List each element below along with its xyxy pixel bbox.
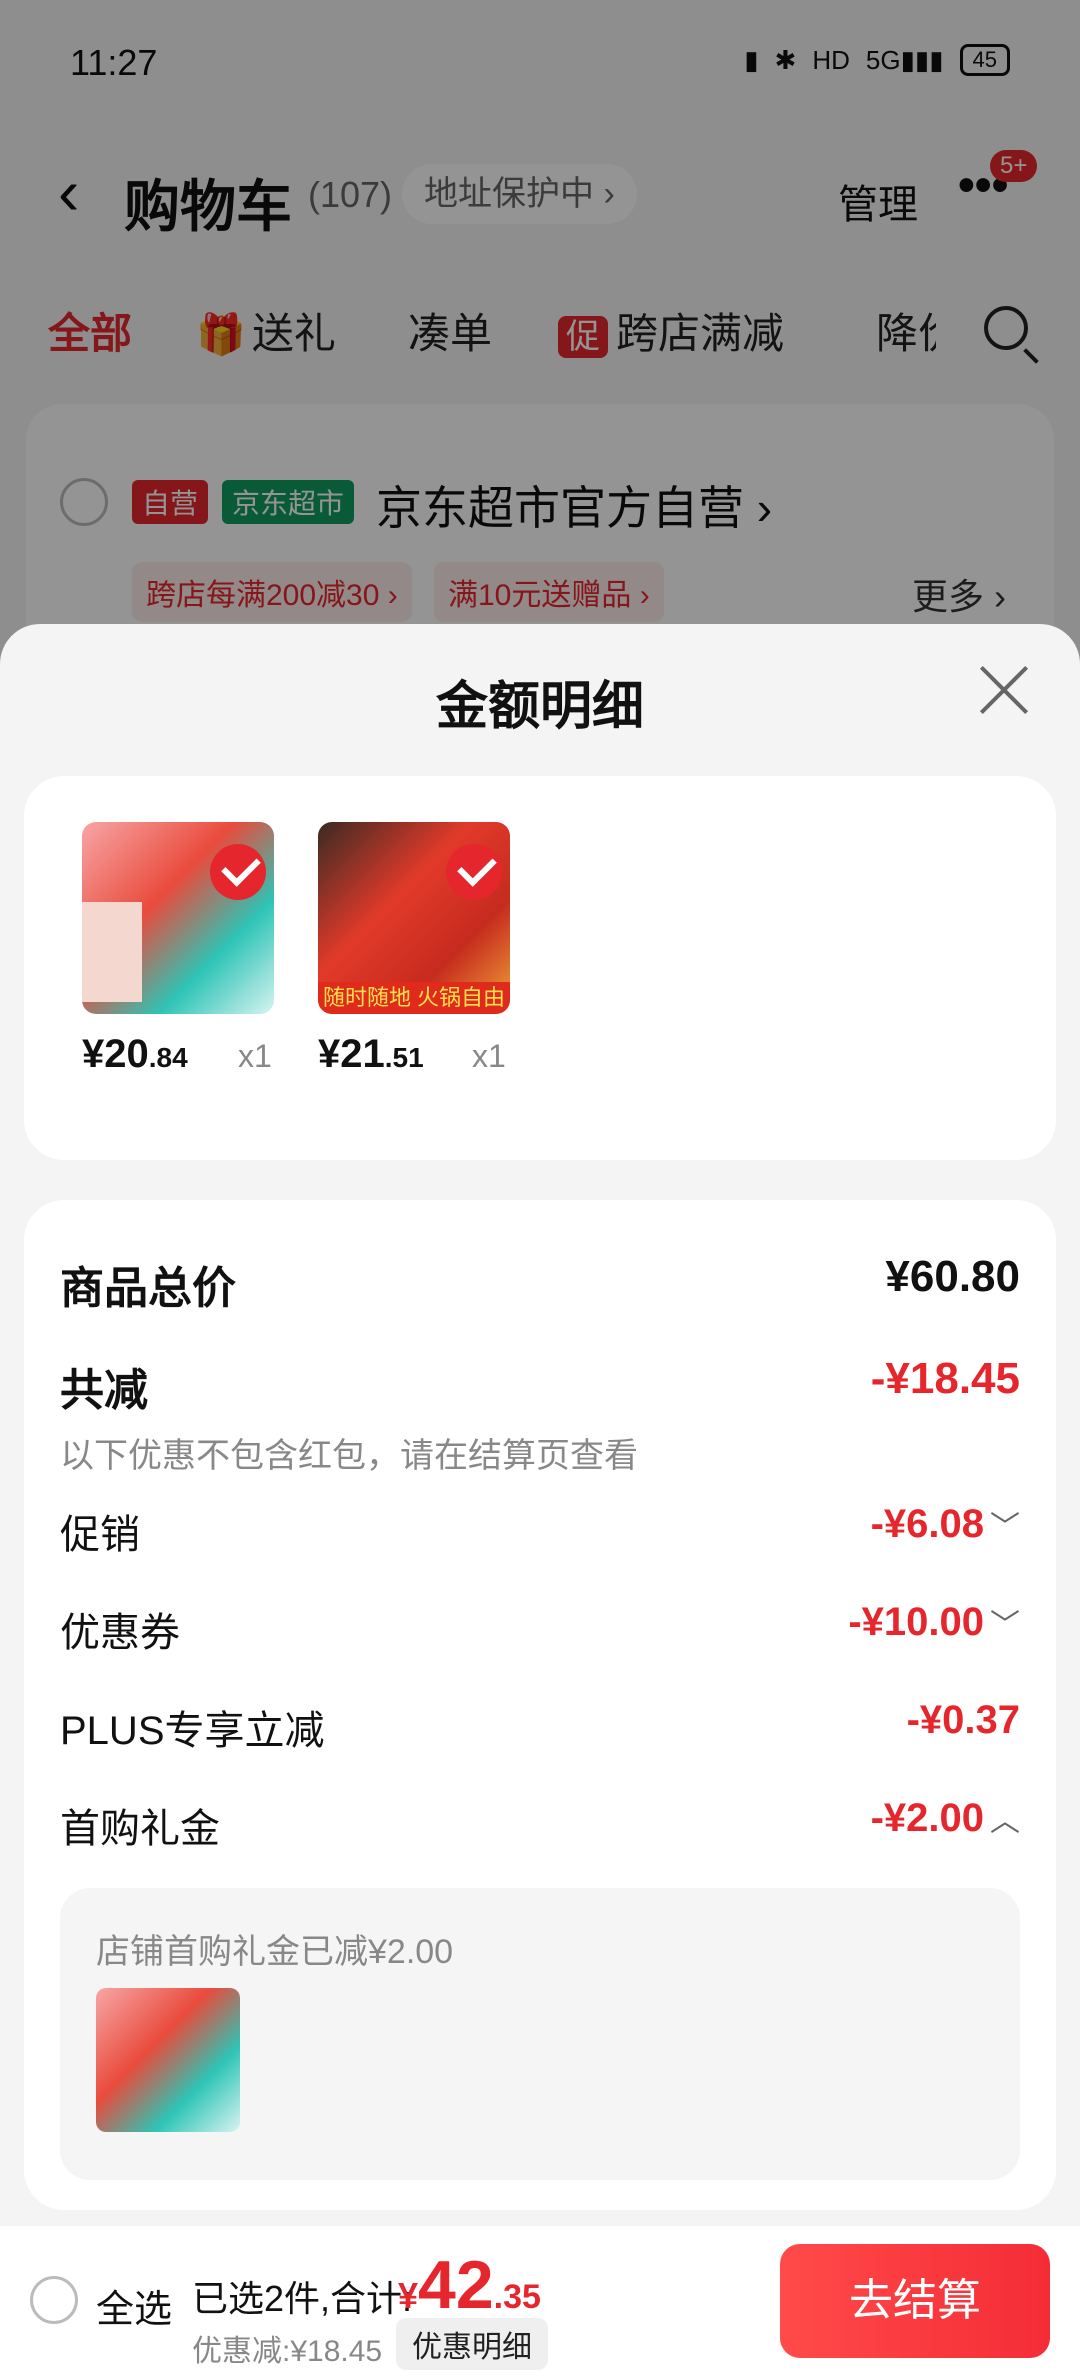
product-thumbnail (96, 1988, 240, 2132)
total-price-row: 商品总价 ¥60.80 (60, 1252, 1020, 1316)
saved-amount: 优惠减:¥18.45 (192, 2335, 383, 2368)
product-quantity: x1 (238, 1038, 272, 1074)
product-price: ¥21.51 (318, 1032, 424, 1076)
reduce-note: 以下优惠不包含红包，请在结算页查看 (60, 1437, 638, 1475)
first-purchase-note: 店铺首购礼金已减¥2.00 (96, 1933, 454, 1971)
checkout-button[interactable]: 去结算 (780, 2244, 1050, 2358)
coupon-row[interactable]: 优惠券 -¥10.00 ﹀ (60, 1600, 1020, 1658)
price-breakdown-card: 商品总价 ¥60.80 共减 -¥18.45 以下优惠不包含红包，请在结算页查看… (24, 1200, 1056, 2210)
checkmark-icon (210, 844, 266, 900)
product-banner (82, 902, 142, 1002)
total-price-label: 商品总价 (60, 1264, 236, 1313)
total-reduce-row: 共减 -¥18.45 以下优惠不包含红包，请在结算页查看 (60, 1354, 1020, 1477)
select-all-label[interactable]: 全选 (96, 2278, 172, 2333)
chevron-down-icon: ﹀ (990, 1511, 1020, 1544)
plus-discount-value: -¥0.37 (906, 1698, 1020, 1742)
plus-discount-row: PLUS专享立减 -¥0.37 (60, 1698, 1020, 1756)
chevron-up-icon: ︿ (990, 1805, 1020, 1838)
selected-count: 已选2件,合计: (192, 2278, 413, 2319)
selected-products-card: ¥20.84 x1 随时随地 火锅自由 ¥21.51 x1 (24, 776, 1056, 1160)
total-reduce-value: -¥18.45 (870, 1354, 1020, 1403)
select-all-checkbox[interactable] (30, 2276, 78, 2324)
promo-row[interactable]: 促销 -¥6.08 ﹀ (60, 1502, 1020, 1560)
discount-detail-button[interactable]: 优惠明细 (396, 2318, 548, 2370)
checkmark-icon (446, 844, 502, 900)
close-icon[interactable] (976, 662, 1032, 718)
product-price: ¥20.84 (82, 1032, 188, 1076)
product-item[interactable]: 随时随地 火锅自由 (318, 822, 514, 1014)
product-image: 随时随地 火锅自由 (318, 822, 510, 1014)
coupon-value: -¥10.00 ﹀ (848, 1600, 1020, 1644)
product-item[interactable] (82, 822, 278, 1014)
sheet-title: 金额明细 (435, 678, 644, 736)
first-purchase-row[interactable]: 首购礼金 -¥2.00 ︿ (60, 1796, 1020, 1854)
promo-value: -¥6.08 ﹀ (870, 1502, 1020, 1546)
product-image (82, 822, 274, 1014)
product-banner: 随时随地 火锅自由 (318, 982, 510, 1014)
total-amount: ¥42.35 (398, 2247, 541, 2323)
plus-discount-label: PLUS专享立减 (60, 1709, 325, 1753)
amount-detail-sheet: 金额明细 ¥20.84 x1 随时随地 火锅自由 ¥21.51 x1 商品总价 … (0, 624, 1080, 2236)
total-price-value: ¥60.80 (885, 1252, 1020, 1301)
product-quantity: x1 (472, 1038, 506, 1074)
checkout-bar: 全选 已选2件,合计: ¥42.35 优惠减:¥18.45 优惠明细 去结算 (0, 2226, 1080, 2376)
chevron-down-icon: ﹀ (990, 1609, 1020, 1642)
first-purchase-detail: 店铺首购礼金已减¥2.00 (60, 1888, 1020, 2180)
first-purchase-value: -¥2.00 ︿ (870, 1796, 1020, 1840)
